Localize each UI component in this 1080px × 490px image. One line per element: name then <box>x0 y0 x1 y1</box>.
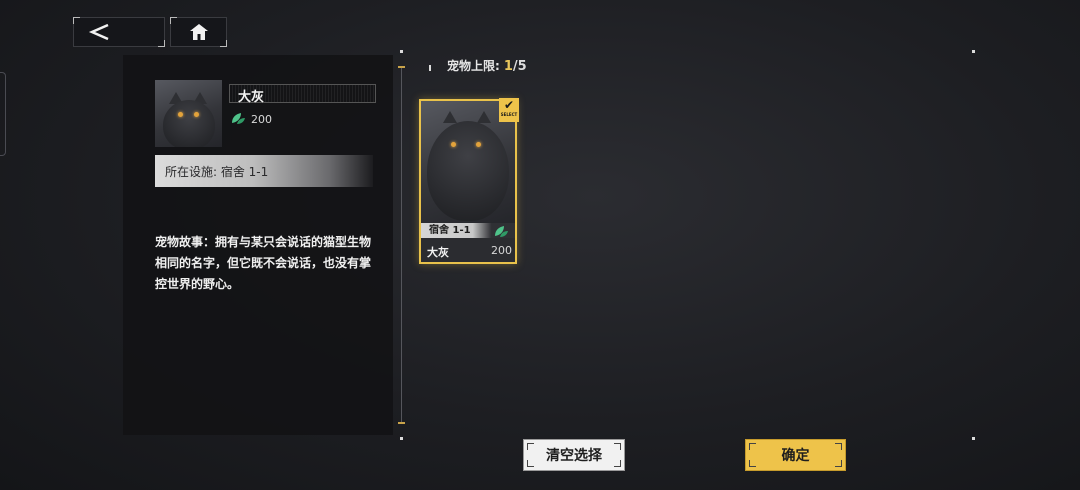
back-button[interactable] <box>73 17 165 47</box>
scroll-track[interactable] <box>401 66 402 424</box>
pet-portrait <box>155 80 222 147</box>
pet-limit-label: 宠物上限: <box>447 59 500 73</box>
decor-dot <box>400 50 403 53</box>
confirm-button[interactable]: 确定 <box>745 439 846 471</box>
card-name: 大灰 <box>427 246 449 259</box>
home-button[interactable] <box>170 17 227 47</box>
pet-limit-current: 1 <box>503 59 513 74</box>
facility-text: 所在设施: 宿舍 1-1 <box>165 164 269 179</box>
cat-body <box>427 121 509 221</box>
pet-limit: 宠物上限: 1 / 5 <box>447 57 527 74</box>
facility-bar: 所在设施: 宿舍 1-1 <box>155 155 373 187</box>
leaf-icon <box>495 226 508 237</box>
cat-body <box>163 100 215 147</box>
home-icon <box>189 24 208 40</box>
confirm-label: 确定 <box>781 448 810 464</box>
pet-limit-max: 5 <box>517 59 527 74</box>
clear-selection-label: 清空选择 <box>546 448 602 464</box>
decor-dot <box>972 50 975 53</box>
pet-value: 200 <box>251 113 272 126</box>
card-value: 200 <box>491 244 512 257</box>
cat-eye <box>194 112 199 117</box>
clear-selection-button[interactable]: 清空选择 <box>523 439 625 471</box>
cat-ear <box>443 111 457 123</box>
cat-eye <box>476 142 481 147</box>
decor-dot <box>400 437 403 440</box>
cat-eye <box>178 112 183 117</box>
cat-eye <box>451 142 456 147</box>
decor-dot <box>972 437 975 440</box>
leaf-icon <box>232 113 245 124</box>
side-edge-tab[interactable] <box>0 72 6 156</box>
select-badge: ✔ SELECT <box>499 98 519 122</box>
chevron-left-icon <box>88 23 109 41</box>
scroll-bottom-mark <box>398 422 405 424</box>
cat-ear <box>477 111 491 123</box>
check-icon: ✔ <box>503 98 515 112</box>
decor-dot <box>429 65 431 71</box>
card-facility: 宿舍 1-1 <box>429 225 471 236</box>
select-label: SELECT <box>500 112 518 117</box>
pet-story: 宠物故事：拥有与某只会说话的猫型生物相同的名字，但它既不会说话，也没有掌控世界的… <box>155 235 372 291</box>
pet-name: 大灰 <box>238 90 265 105</box>
scroll-top-mark <box>398 66 405 68</box>
